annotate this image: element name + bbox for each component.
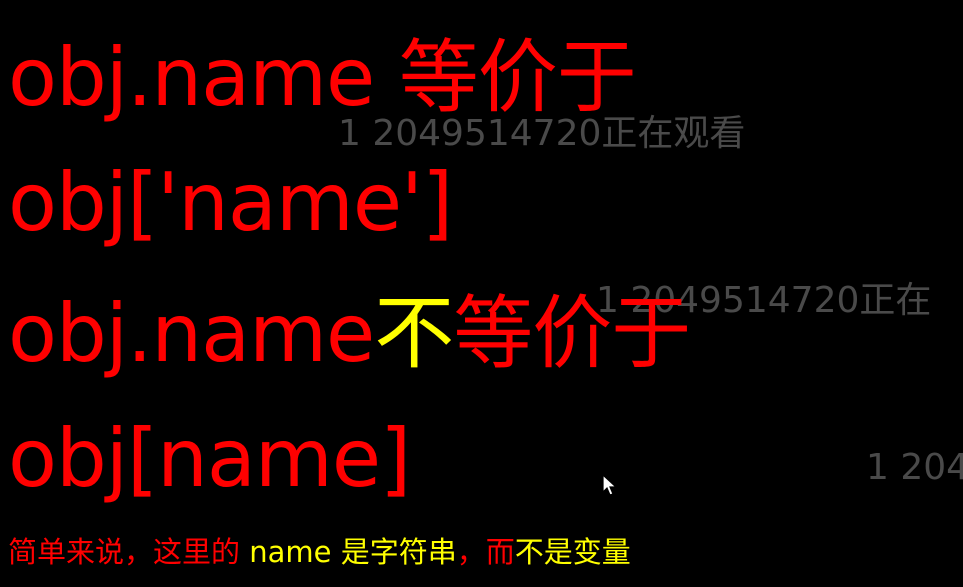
statement-bracket-string: obj['name']: [8, 163, 453, 243]
caption-part-2: name 是字符串: [240, 535, 457, 569]
code-obj-dot-name-2: obj.name: [8, 287, 375, 380]
statement-not-equivalent: obj.name不等价于: [8, 294, 691, 374]
caption-part-1: 简单来说，这里的: [8, 535, 241, 569]
caption-part-3: ，: [456, 535, 486, 569]
equivalent-label-2: 等价于: [453, 287, 691, 380]
caption-part-5: 不是变量: [514, 535, 631, 569]
statement-equivalent: obj.name 等价于: [8, 38, 637, 118]
statement-bracket-variable: obj[name]: [8, 419, 411, 499]
equivalent-label: 等价于: [398, 31, 637, 124]
mouse-cursor-icon: [602, 474, 618, 496]
caption-part-4: 而: [485, 535, 515, 569]
code-obj-bracket-variable: obj[name]: [8, 412, 411, 505]
not-highlight: 不: [374, 287, 454, 380]
code-obj-dot-name: obj.name: [8, 31, 375, 124]
code-obj-bracket-string: obj['name']: [8, 156, 453, 249]
watermark-viewer-count-3: 1 204: [866, 447, 963, 488]
subtitle-caption: 简单来说，这里的 name 是字符串，而不是变量: [8, 538, 631, 567]
